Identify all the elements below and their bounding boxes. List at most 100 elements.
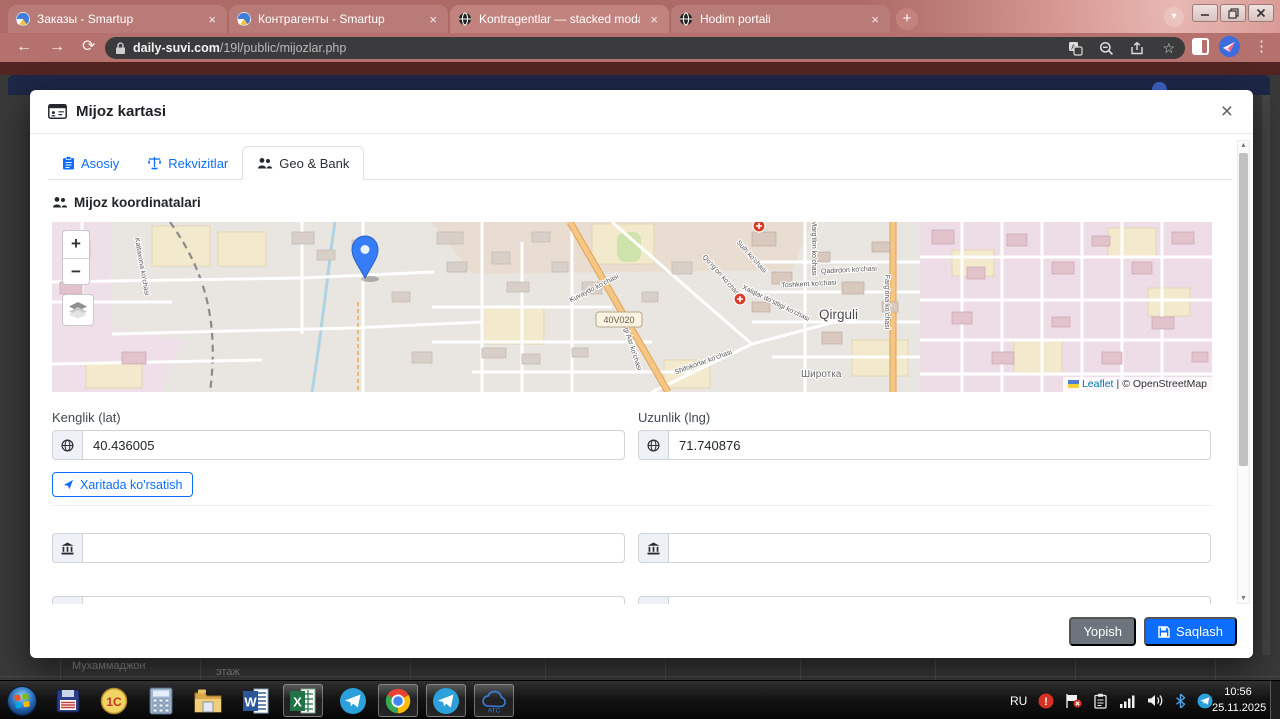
zoom-icon[interactable] xyxy=(1099,41,1114,56)
mijoz-kartasi-modal: Mijoz kartasi × Asosiy Rekvizitlar Geo &… xyxy=(30,90,1253,658)
oked-input[interactable] xyxy=(668,596,1211,604)
restore-icon xyxy=(1227,7,1239,19)
leaflet-link[interactable]: Leaflet xyxy=(1082,378,1114,390)
poi-medical-marker xyxy=(733,292,747,306)
saqlash-label: Saqlash xyxy=(1176,624,1223,639)
page-scrollbar[interactable] xyxy=(1262,95,1270,655)
atc-cloud-icon: ATC xyxy=(482,690,506,714)
telegram2-app-button[interactable] xyxy=(426,684,466,717)
window-restore-button[interactable] xyxy=(1220,4,1246,22)
bookmark-star-icon[interactable]: ☆ xyxy=(1162,40,1175,57)
window-minimize-button[interactable] xyxy=(1192,4,1218,22)
tab-close-icon[interactable]: × xyxy=(647,12,661,27)
profile-avatar[interactable] xyxy=(1219,36,1240,57)
osm-link[interactable]: © OpenStreetMap xyxy=(1122,378,1207,390)
browser-tab-4[interactable]: Hodim portali × xyxy=(671,5,890,33)
window-close-button[interactable] xyxy=(1248,4,1274,22)
modal-scrollbar[interactable]: ▲ ▼ xyxy=(1237,140,1250,604)
minimize-icon xyxy=(1201,14,1209,16)
1c-app-button[interactable]: 1С xyxy=(94,684,134,717)
scrollbar-thumb[interactable] xyxy=(1239,153,1248,466)
tab-close-icon[interactable]: × xyxy=(205,12,219,27)
tab-close-icon[interactable]: × xyxy=(868,12,882,27)
side-panel-icon[interactable] xyxy=(1192,38,1209,55)
system-tray: RU ! xyxy=(1010,681,1213,719)
id-card-icon xyxy=(48,104,67,119)
new-tab-button[interactable]: + xyxy=(896,8,918,30)
browser-menu-icon[interactable]: ⋮ xyxy=(1254,36,1269,58)
scroll-down-icon[interactable]: ▼ xyxy=(1238,595,1249,602)
calculator-app-button[interactable] xyxy=(141,684,181,717)
scroll-up-icon[interactable]: ▲ xyxy=(1238,142,1249,149)
bank-input[interactable] xyxy=(668,533,1211,563)
network-signal-icon[interactable] xyxy=(1119,694,1136,708)
show-on-map-button[interactable]: Xaritada ko'rsatish xyxy=(52,472,194,497)
tab-label: Geo & Bank xyxy=(279,155,350,171)
modal-close-icon[interactable]: × xyxy=(1215,98,1239,126)
reload-button[interactable]: ⟳ xyxy=(82,36,95,58)
modal-footer: Yopish Saqlash xyxy=(30,604,1253,658)
url-text: daily-suvi.com/19l/public/mijozlar.php xyxy=(133,41,346,55)
zoom-in-button[interactable]: + xyxy=(63,231,89,258)
oked-input-group xyxy=(638,596,1211,604)
browser-tab-2[interactable]: Контрагенты - Smartup × xyxy=(229,5,448,33)
floppy-app-button[interactable] xyxy=(48,684,88,717)
forward-button[interactable]: → xyxy=(49,36,65,58)
url-domain: daily-suvi.com xyxy=(133,41,220,55)
volume-icon[interactable] xyxy=(1147,693,1164,708)
address-bar[interactable]: daily-suvi.com/19l/public/mijozlar.php A… xyxy=(105,37,1185,59)
1c-icon: 1С xyxy=(100,687,128,714)
word-app-button[interactable]: W xyxy=(236,684,276,717)
map-layers-button[interactable] xyxy=(62,294,94,326)
tab-search-chevron-icon[interactable]: ▾ xyxy=(1164,7,1184,27)
road-ref-shield: 40V020 xyxy=(595,311,643,328)
saqlash-button[interactable]: Saqlash xyxy=(1144,617,1237,646)
clock-time: 10:56 xyxy=(1224,686,1252,698)
share-icon[interactable] xyxy=(1130,41,1146,56)
tab-geo-bank[interactable]: Geo & Bank xyxy=(242,146,365,180)
lng-input-group xyxy=(638,430,1211,460)
show-desktop-button[interactable] xyxy=(1270,681,1280,719)
mfo-input[interactable] xyxy=(82,596,625,604)
back-button[interactable]: ← xyxy=(16,36,32,58)
clipboard-tray-icon[interactable] xyxy=(1093,693,1108,709)
telegram-tray-icon[interactable] xyxy=(1197,693,1213,709)
alert-tray-icon[interactable]: ! xyxy=(1038,693,1054,709)
browser-tab-3-active[interactable]: Kontragentlar — stacked modal ( × xyxy=(450,5,669,33)
language-indicator[interactable]: RU xyxy=(1010,694,1027,708)
chrome-icon xyxy=(385,688,411,713)
browser-tab-1[interactable]: Заказы - Smartup × xyxy=(8,5,227,33)
road-ref-text: 40V020 xyxy=(603,315,634,325)
bank-icon xyxy=(638,533,668,563)
page-header-band xyxy=(0,62,1280,75)
lock-icon xyxy=(116,41,125,54)
bluetooth-icon[interactable] xyxy=(1175,692,1186,709)
tab-asosiy[interactable]: Asosiy xyxy=(48,146,133,180)
tab-close-icon[interactable]: × xyxy=(426,12,440,27)
lat-input[interactable] xyxy=(82,430,625,460)
people-group-icon xyxy=(258,157,273,168)
close-icon xyxy=(1256,8,1266,18)
taskbar-clock[interactable]: 10:56 25.11.2025 xyxy=(1212,684,1266,716)
action-center-flag-icon[interactable] xyxy=(1065,693,1082,709)
save-icon xyxy=(1158,625,1170,638)
svg-text:W: W xyxy=(244,694,257,709)
lng-input[interactable] xyxy=(668,430,1211,460)
url-path: /19l/public/mijozlar.php xyxy=(219,41,347,55)
excel-app-button[interactable]: X xyxy=(283,684,323,717)
leaflet-map[interactable]: Kuvaydo ko'chasi Qo'rg'on ko'chasi Yangi… xyxy=(52,222,1212,392)
chrome-app-button[interactable] xyxy=(378,684,418,717)
start-button[interactable] xyxy=(2,684,42,717)
file-manager-button[interactable] xyxy=(188,684,228,717)
atc-app-button[interactable]: ATC xyxy=(474,684,514,717)
svg-text:!: ! xyxy=(1045,696,1049,708)
telegram-app-button[interactable] xyxy=(333,684,373,717)
zoom-out-button[interactable]: − xyxy=(63,258,89,285)
modal-header: Mijoz kartasi × xyxy=(30,90,1253,134)
windows-start-icon xyxy=(7,685,37,716)
tab-rekvizitlar[interactable]: Rekvizitlar xyxy=(133,146,242,180)
yopish-button[interactable]: Yopish xyxy=(1069,617,1137,646)
modal-tab-bar: Asosiy Rekvizitlar Geo & Bank xyxy=(48,146,1232,180)
account-input[interactable] xyxy=(82,533,625,563)
translate-icon[interactable]: A xyxy=(1068,41,1084,56)
